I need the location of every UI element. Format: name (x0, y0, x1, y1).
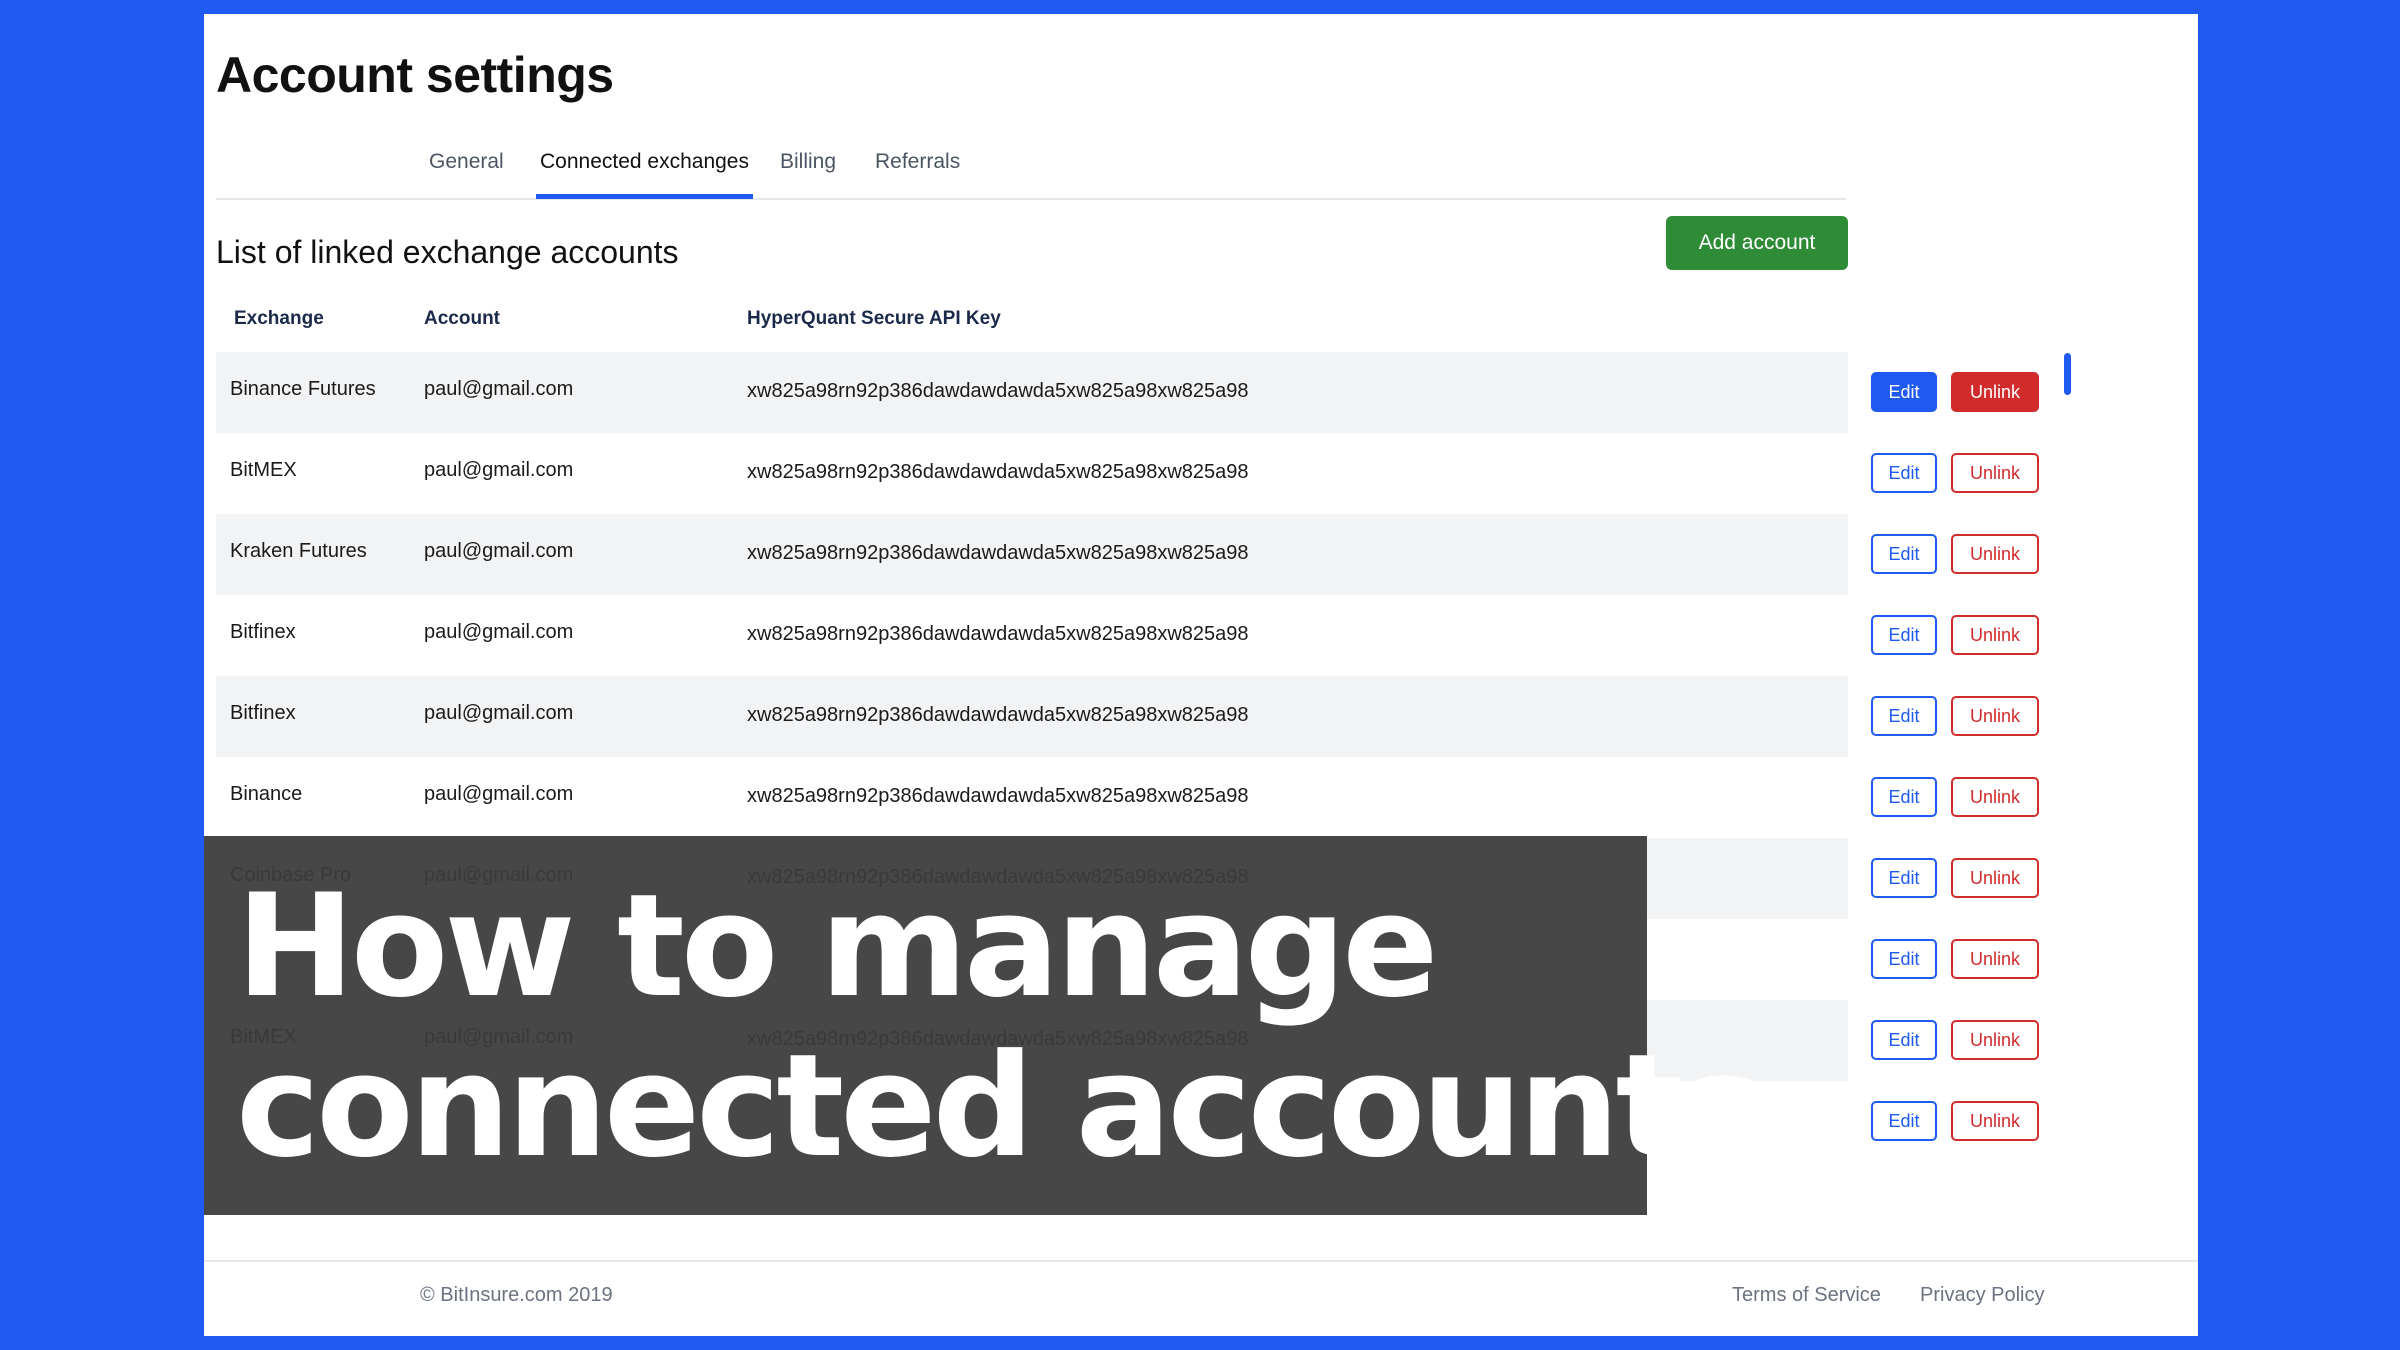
overlay-title-line-2: connected accounts (236, 1024, 1764, 1189)
footer: © BitInsure.com 2019 Terms of Service Pr… (204, 1260, 2198, 1338)
account-email: paul@gmail.com (424, 459, 574, 481)
unlink-button[interactable]: Unlink (1951, 777, 2039, 817)
api-key-value: xw825a98rn92p386dawdawdawda5xw825a98xw82… (747, 461, 1249, 483)
account-email: paul@gmail.com (424, 702, 574, 724)
edit-button[interactable]: Edit (1871, 615, 1937, 655)
exchange-name: Binance (230, 783, 303, 805)
exchange-name: Binance Futures (230, 378, 376, 400)
table-row: Bitfinex paul@gmail.com xw825a98rn92p386da… (216, 676, 2039, 757)
column-header-account: Account (424, 308, 500, 329)
overlay-title-line-1: How to manage (236, 864, 1439, 1029)
tab-general[interactable]: General (425, 150, 508, 194)
add-account-button[interactable]: Add account (1666, 216, 1848, 270)
account-email: paul@gmail.com (424, 378, 574, 400)
page-title: Account settings (216, 47, 614, 103)
terms-of-service-link[interactable]: Terms of Service (1732, 1284, 1881, 1307)
api-key-value: xw825a98rn92p386dawdawdawda5xw825a98xw82… (747, 704, 1249, 726)
unlink-button[interactable]: Unlink (1951, 1020, 2039, 1060)
unlink-button[interactable]: Unlink (1951, 858, 2039, 898)
column-header-exchange: Exchange (234, 308, 324, 329)
exchange-name: Bitfinex (230, 621, 296, 643)
edit-button[interactable]: Edit (1871, 453, 1937, 493)
api-key-value: xw825a98rn92p386dawdawdawda5xw825a98xw82… (747, 785, 1249, 807)
unlink-button[interactable]: Unlink (1951, 939, 2039, 979)
unlink-button[interactable]: Unlink (1951, 372, 2039, 412)
edit-button[interactable]: Edit (1871, 777, 1937, 817)
column-header-api-key: HyperQuant Secure API Key (747, 308, 1001, 329)
tab-billing[interactable]: Billing (776, 150, 840, 194)
edit-button[interactable]: Edit (1871, 939, 1937, 979)
edit-button[interactable]: Edit (1871, 1101, 1937, 1141)
edit-button[interactable]: Edit (1871, 534, 1937, 574)
edit-button[interactable]: Edit (1871, 696, 1937, 736)
title-overlay-banner: How to manage connected accounts (204, 836, 1764, 1215)
unlink-button[interactable]: Unlink (1951, 615, 2039, 655)
edit-button[interactable]: Edit (1871, 372, 1937, 412)
edit-button[interactable]: Edit (1871, 858, 1937, 898)
unlink-button[interactable]: Unlink (1951, 534, 2039, 574)
exchange-name: BitMEX (230, 459, 297, 481)
api-key-value: xw825a98rn92p386dawdawdawda5xw825a98xw82… (747, 542, 1249, 564)
tab-bar: General Connected exchanges Billing Refe… (216, 132, 1846, 200)
tab-connected-exchanges[interactable]: Connected exchanges (536, 150, 753, 199)
scrollbar-thumb[interactable] (2064, 353, 2071, 395)
api-key-value: xw825a98rn92p386dawdawdawda5xw825a98xw82… (747, 380, 1249, 402)
section-title: List of linked exchange accounts (216, 234, 679, 270)
account-email: paul@gmail.com (424, 621, 574, 643)
unlink-button[interactable]: Unlink (1951, 1101, 2039, 1141)
table-row: Binance Futures paul@gmail.com xw825a98rn9… (216, 352, 2039, 433)
table-row: Bitfinex paul@gmail.com xw825a98rn92p386da… (216, 595, 2039, 676)
table-row: Binance paul@gmail.com xw825a98rn92p386daw… (216, 757, 2039, 838)
account-email: paul@gmail.com (424, 540, 574, 562)
api-key-value: xw825a98rn92p386dawdawdawda5xw825a98xw82… (747, 623, 1249, 645)
privacy-policy-link[interactable]: Privacy Policy (1920, 1284, 2044, 1307)
table-row: Kraken Futures paul@gmail.com xw825a98rn92… (216, 514, 2039, 595)
exchange-name: Bitfinex (230, 702, 296, 724)
exchange-name: Kraken Futures (230, 540, 367, 562)
account-email: paul@gmail.com (424, 783, 574, 805)
tab-referrals[interactable]: Referrals (871, 150, 964, 194)
copyright-text: © BitInsure.com 2019 (420, 1284, 613, 1306)
table-row: BitMEX paul@gmail.com xw825a98rn92p386dawd… (216, 433, 2039, 514)
unlink-button[interactable]: Unlink (1951, 696, 2039, 736)
unlink-button[interactable]: Unlink (1951, 453, 2039, 493)
edit-button[interactable]: Edit (1871, 1020, 1937, 1060)
table-header: Exchange Account HyperQuant Secure API K… (216, 300, 1848, 342)
